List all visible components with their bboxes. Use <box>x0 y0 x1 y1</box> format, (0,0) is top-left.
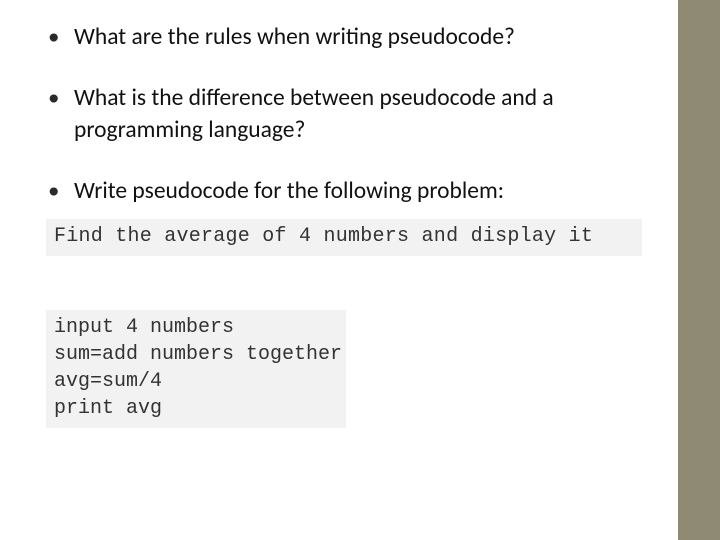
decorative-sidebar <box>678 0 720 540</box>
bullet-item: What are the rules when writing pseudoco… <box>46 22 642 53</box>
bullet-item: What is the difference between pseudocod… <box>46 83 642 146</box>
pseudocode-solution-box: input 4 numbers sum=add numbers together… <box>46 310 346 428</box>
bullet-text: Write pseudocode for the following probl… <box>74 177 504 205</box>
bullet-item: Write pseudocode for the following probl… <box>46 176 642 207</box>
bullet-text: What are the rules when writing pseudoco… <box>74 23 515 51</box>
problem-statement-box: Find the average of 4 numbers and displa… <box>46 219 642 256</box>
pseudocode-solution-text: input 4 numbers sum=add numbers together… <box>54 316 342 420</box>
slide-content: What are the rules when writing pseudoco… <box>46 22 642 428</box>
bullet-text: What is the difference between pseudocod… <box>74 84 554 143</box>
bullet-list: What are the rules when writing pseudoco… <box>46 22 642 207</box>
problem-statement-text: Find the average of 4 numbers and displa… <box>54 225 593 248</box>
